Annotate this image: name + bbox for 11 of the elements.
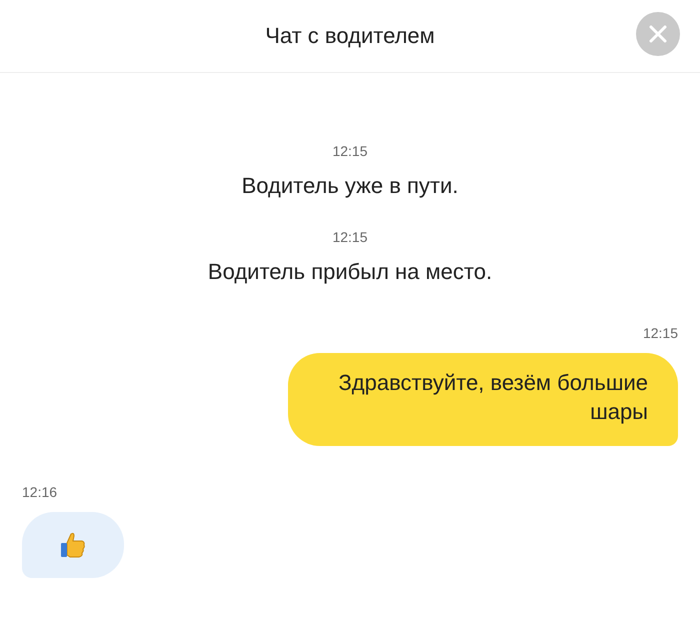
system-message: Водитель уже в пути.: [242, 173, 458, 199]
message-time: 12:15: [332, 229, 368, 245]
close-button[interactable]: [636, 12, 680, 56]
message-time: 12:16: [22, 484, 58, 500]
chat-title: Чат с водителем: [265, 23, 435, 49]
thumbs-up-icon: [58, 530, 88, 560]
message-time: 12:15: [332, 143, 368, 159]
message-time: 12:15: [642, 325, 678, 341]
close-icon: [649, 25, 667, 43]
system-message: Водитель прибыл на место.: [208, 259, 492, 285]
message-bubble: Здравствуйте, везём большие шары: [288, 353, 678, 446]
